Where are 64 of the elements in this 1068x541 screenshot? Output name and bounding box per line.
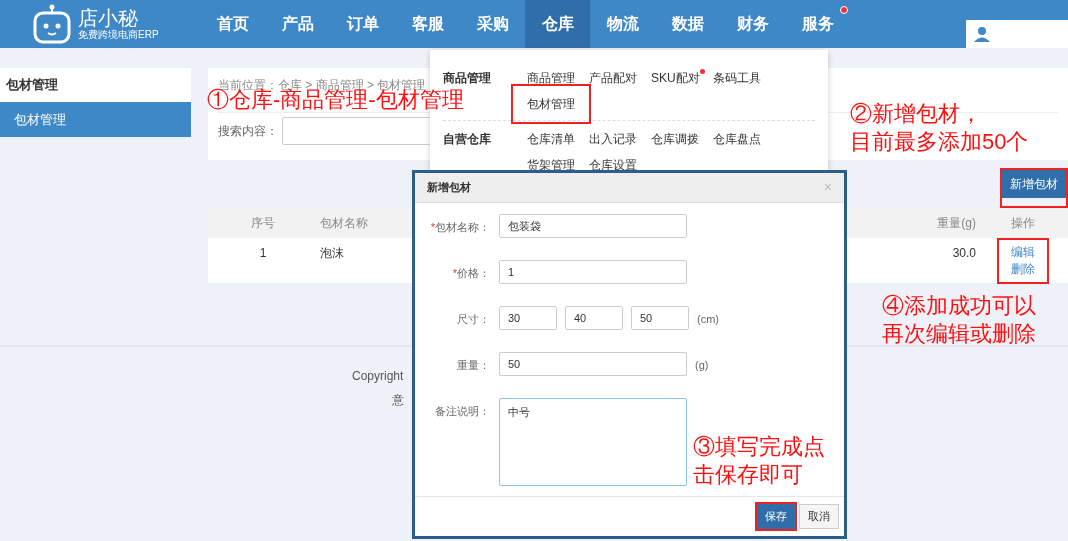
menu-item[interactable]: 仓库设置 — [589, 156, 637, 174]
nav-tab[interactable]: 服务 — [785, 0, 850, 48]
annotation-text: 目前最多添加50个 — [850, 128, 1029, 156]
nav-tab[interactable]: 采购 — [460, 0, 525, 48]
nav-tab[interactable]: 订单 — [330, 0, 395, 48]
table-cell-text: 1 — [258, 245, 268, 262]
nav-tab[interactable]: 首页 — [200, 0, 265, 48]
nav-tab[interactable]: 产品 — [265, 0, 330, 48]
field-label: 重量： — [457, 358, 490, 373]
input-field[interactable]: 50 — [631, 306, 689, 330]
menu-item[interactable]: 出入记录 — [589, 130, 637, 148]
nav-tab[interactable]: 客服 — [395, 0, 460, 48]
logo-name: 店小秘 — [78, 8, 139, 28]
input-field[interactable]: 40 — [565, 306, 623, 330]
field-label: 备注说明： — [435, 404, 490, 419]
nav-tab[interactable]: 数据 — [655, 0, 720, 48]
annotation-text: 再次编辑或删除 — [882, 320, 1036, 348]
annotation-text: ③填写完成点 — [693, 433, 825, 461]
menu-item[interactable]: 条码工具 — [713, 69, 761, 87]
menu-item[interactable]: 仓库盘点 — [713, 130, 761, 148]
menu-group-label: 自营仓库 — [443, 131, 491, 148]
search-label: 搜索内容： — [218, 123, 278, 140]
save-button[interactable]: 保存 — [757, 504, 795, 529]
logo-tagline: 免费跨境电商ERP — [78, 30, 159, 40]
add-button[interactable]: 新增包材 — [1002, 170, 1066, 198]
menu-item[interactable]: SKU配对 — [651, 69, 700, 87]
column-header: 序号 — [250, 215, 276, 232]
textarea-field[interactable]: 中号 — [499, 398, 687, 486]
column-header: 重量(g) — [936, 215, 977, 232]
annotation-text: ②新增包材， — [850, 100, 982, 128]
table-cell-text: 30.0 — [951, 245, 977, 262]
menu-item[interactable]: 仓库清单 — [527, 130, 575, 148]
menu-item[interactable]: 包材管理 — [527, 95, 575, 113]
menu-item[interactable]: 商品管理 — [527, 69, 575, 87]
nav-tab[interactable]: 仓库 — [525, 0, 590, 48]
column-header: 包材名称 — [319, 215, 368, 232]
input-field[interactable]: 50 — [499, 352, 687, 376]
footer-text: 意 — [392, 392, 404, 409]
menu-item[interactable]: 产品配对 — [589, 69, 637, 87]
action-link[interactable]: 删除 — [1011, 261, 1035, 278]
annotation-text: ④添加成功可以 — [882, 292, 1036, 320]
nav-tab[interactable]: 物流 — [590, 0, 655, 48]
menu-item[interactable]: 仓库调拨 — [651, 130, 699, 148]
field-label: *包材名称： — [430, 220, 490, 235]
input-field[interactable]: 30 — [499, 306, 557, 330]
sidebar-title: 包材管理 — [0, 68, 191, 102]
field-label: 尺寸： — [457, 312, 490, 327]
input-field[interactable]: 包装袋 — [499, 214, 687, 238]
dialog-title: 新增包材 — [427, 180, 471, 196]
robot-logo-icon — [32, 4, 72, 44]
action-link[interactable]: 编辑 — [1011, 244, 1035, 261]
sidebar-item[interactable]: 包材管理 — [0, 102, 191, 137]
cancel-button[interactable]: 取消 — [799, 504, 839, 529]
annotation-text: 击保存即可 — [693, 461, 803, 489]
column-header: 操作 — [1010, 215, 1036, 232]
field-label: *价格： — [452, 266, 490, 281]
menu-group-label: 商品管理 — [443, 70, 491, 87]
nav-tab[interactable]: 财务 — [720, 0, 785, 48]
copyright-text: Copyright — [352, 368, 404, 385]
unit-label: (cm) — [697, 312, 719, 327]
unit-label: (g) — [695, 358, 709, 373]
user-icon[interactable] — [974, 26, 990, 42]
input-field[interactable]: 1 — [499, 260, 687, 284]
table-cell-text: 泡沫 — [319, 245, 345, 262]
